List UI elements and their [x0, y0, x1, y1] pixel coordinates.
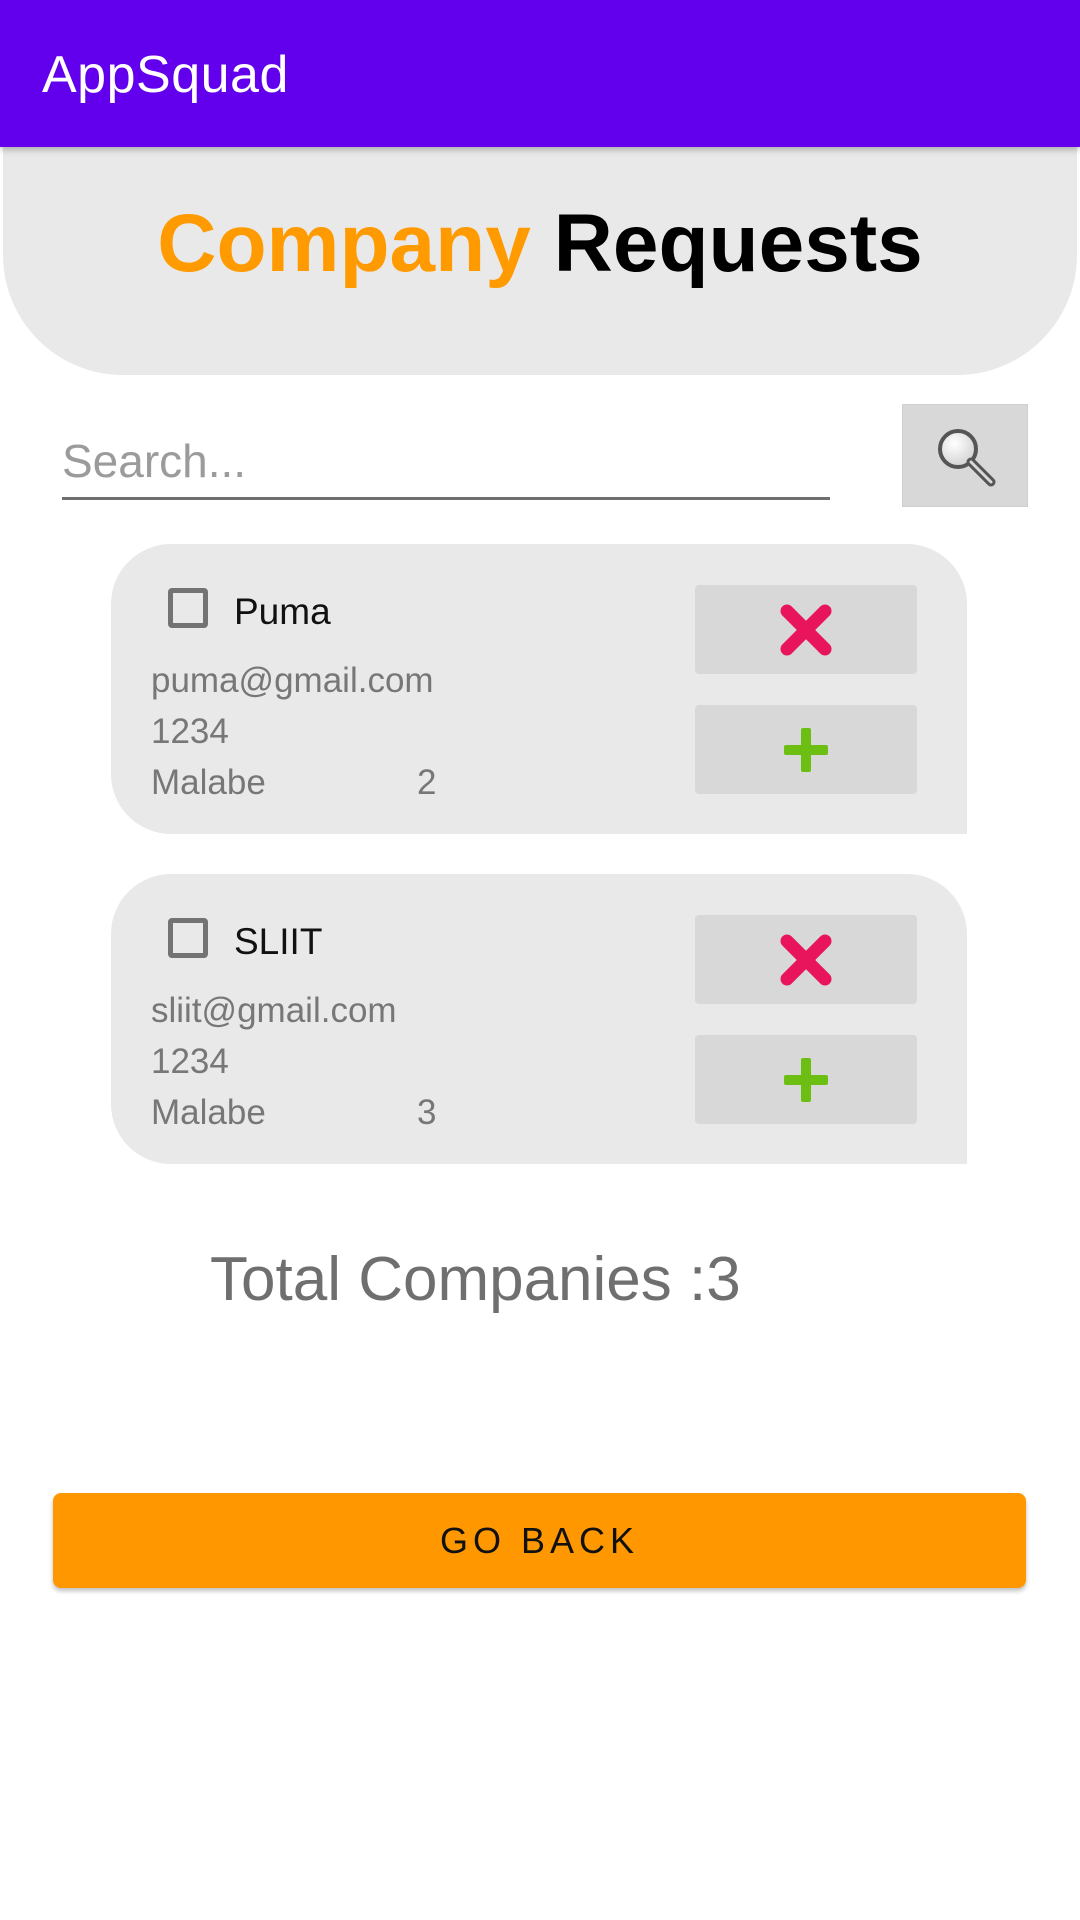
total-companies: Total Companies :3	[210, 1245, 741, 1314]
header-panel: Company Requests	[3, 147, 1077, 375]
company-email: puma@gmail.com	[151, 661, 434, 700]
reject-button[interactable]	[695, 915, 917, 1004]
company-email: sliit@gmail.com	[151, 991, 397, 1030]
company-count: 3	[417, 1093, 437, 1132]
plus-icon	[784, 727, 828, 772]
request-card: Puma puma@gmail.com 1234 Malabe 2	[111, 544, 967, 834]
app-bar: AppSquad	[0, 0, 1080, 147]
plus-icon	[784, 1057, 828, 1102]
company-name: Puma	[234, 591, 331, 632]
request-card: SLIIT sliit@gmail.com 1234 Malabe 3	[111, 874, 967, 1164]
select-checkbox[interactable]	[168, 918, 208, 958]
page-title-word-company: Company	[157, 198, 531, 289]
app-title: AppSquad	[42, 46, 289, 104]
company-phone: 1234	[151, 1042, 229, 1081]
page-title-word-requests: Requests	[553, 198, 923, 289]
close-icon	[780, 934, 832, 985]
company-location: Malabe	[151, 763, 266, 802]
select-checkbox[interactable]	[168, 588, 208, 628]
company-name: SLIIT	[234, 921, 323, 962]
accept-button[interactable]	[695, 705, 917, 794]
accept-button[interactable]	[695, 1035, 917, 1124]
company-phone: 1234	[151, 712, 229, 751]
company-count: 2	[417, 763, 437, 802]
search-button[interactable]	[902, 404, 1028, 507]
go-back-button[interactable]: GO BACK	[53, 1493, 1026, 1588]
close-icon	[780, 604, 832, 655]
reject-button[interactable]	[695, 585, 917, 674]
page-title: Company Requests	[3, 203, 1077, 285]
company-location: Malabe	[151, 1093, 266, 1132]
search-icon	[938, 428, 996, 486]
search-input[interactable]	[62, 425, 830, 500]
